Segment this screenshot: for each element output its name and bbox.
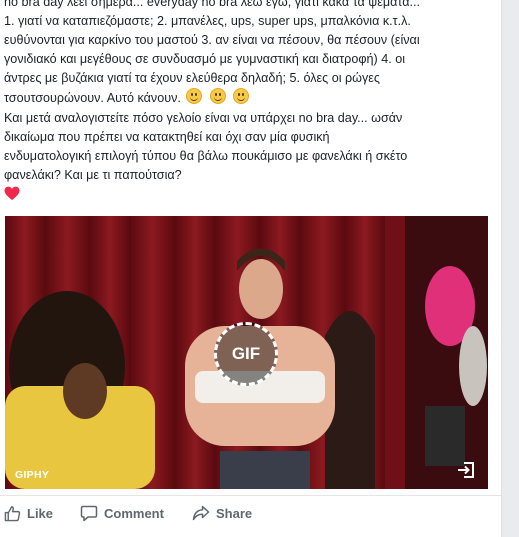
post-line: 1. γιατί να καταπιεζόμαστε; 2. μπανέλες,… xyxy=(4,14,411,29)
post-action-bar: Like Comment Share xyxy=(0,495,501,530)
post-line: τσουτσουρώνουν. Αυτό κάνουν. xyxy=(4,88,499,108)
comment-button[interactable]: Comment xyxy=(80,500,164,526)
thumbs-up-icon xyxy=(4,505,21,521)
comment-label: Comment xyxy=(104,505,164,521)
post-line: γονιδιακό και μεγέθους σε συνδυασμό με γ… xyxy=(4,52,406,67)
post-body: no bra day λέει σήμερα... everyday no br… xyxy=(4,0,499,204)
gif-player[interactable]: GIF GIPHY xyxy=(5,216,488,489)
share-button[interactable]: Share xyxy=(192,500,252,526)
post-line: ευθύνονται για καρκίνο του μαστού 3. αν … xyxy=(4,33,420,48)
share-arrow-icon xyxy=(192,505,210,521)
heart-emoji-icon xyxy=(4,186,499,204)
speech-bubble-icon xyxy=(80,505,98,521)
smile-emoji-icon xyxy=(209,88,226,105)
post-line: φανελάκι? Και με τι παπούτσια? xyxy=(4,167,182,182)
post-line-text: τσουτσουρώνουν. Αυτό κάνουν. xyxy=(4,91,181,106)
gif-play-button[interactable]: GIF xyxy=(214,322,278,386)
open-external-icon[interactable] xyxy=(456,460,476,480)
like-button[interactable]: Like xyxy=(4,500,53,526)
facebook-post-card: no bra day λέει σήμερα... everyday no br… xyxy=(0,0,502,537)
post-line: ενδυματολογική επιλογή τύπου θα βάλω που… xyxy=(4,148,408,163)
like-label: Like xyxy=(27,505,54,521)
post-line: no bra day λέει σήμερα... everyday no br… xyxy=(4,0,420,9)
post-line: Και μετά αναλογιστείτε πόσο γελοίο είναι… xyxy=(4,110,403,125)
smile-emoji-icon xyxy=(186,88,203,105)
share-label: Share xyxy=(216,505,253,521)
smile-emoji-icon xyxy=(233,88,250,105)
post-line: άντρες με βυζάκια γιατί τα έχουν ελεύθερ… xyxy=(4,71,380,86)
giphy-source-label: GIPHY xyxy=(15,469,50,481)
page-scroll-rail xyxy=(502,0,519,537)
post-line: δικαίωμα που πρέπει να κατακτηθεί και όχ… xyxy=(4,129,330,144)
